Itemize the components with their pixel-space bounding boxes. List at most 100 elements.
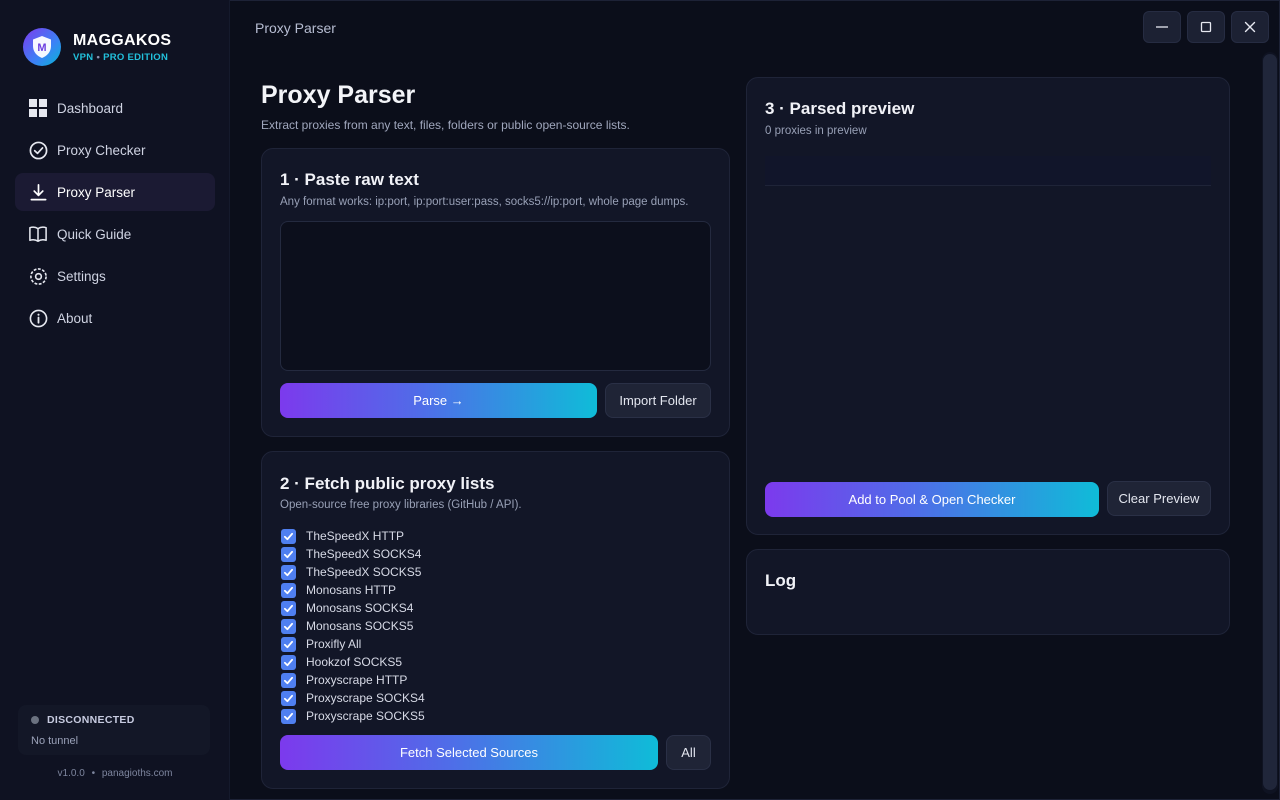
maximize-button[interactable] — [1187, 11, 1225, 43]
source-label: TheSpeedX SOCKS4 — [306, 547, 422, 561]
checkmark-icon — [283, 658, 294, 666]
source-label: Monosans HTTP — [306, 583, 397, 597]
preview-card: 3 · Parsed preview 0 proxies in preview … — [746, 77, 1230, 535]
brand-logo-letter: M — [37, 42, 46, 54]
select-all-sources-button[interactable]: All — [666, 735, 711, 770]
brand-sub-edition: PRO EDITION — [103, 51, 169, 63]
brand-logo: M — [23, 28, 61, 66]
source-item[interactable]: Hookzof SOCKS5 — [281, 653, 425, 671]
add-to-pool-button[interactable]: Add to Pool & Open Checker — [765, 482, 1099, 517]
close-button[interactable] — [1231, 11, 1269, 43]
sidebar-item-proxy-checker[interactable]: Proxy Checker — [15, 131, 215, 169]
source-item[interactable]: Proxyscrape HTTP — [281, 671, 425, 689]
shield-logo-icon: M — [33, 36, 51, 58]
raw-text-input[interactable] — [280, 221, 711, 371]
source-item[interactable]: Proxyscrape SOCKS5 — [281, 707, 425, 725]
status-detail: No tunnel — [31, 735, 79, 747]
grid-icon — [28, 98, 48, 118]
brand-sub-sep: • — [96, 51, 101, 63]
minimize-button[interactable] — [1143, 11, 1181, 43]
page-subtitle: Extract proxies from any text, files, fo… — [261, 118, 630, 132]
fetch-card: 2 · Fetch public proxy lists Open-source… — [261, 451, 730, 789]
source-checkbox[interactable] — [281, 654, 296, 670]
source-checkbox[interactable] — [281, 564, 296, 580]
paste-card: 1 · Paste raw text Any format works: ip:… — [261, 148, 730, 437]
brand: M MAGGAKOS VPN • PRO EDITION — [23, 28, 171, 66]
preview-card-title: 3 · Parsed preview — [765, 99, 915, 118]
sidebar-item-dashboard[interactable]: Dashboard — [15, 89, 215, 127]
source-item[interactable]: Monosans SOCKS5 — [281, 617, 425, 635]
page-title: Proxy Parser — [261, 81, 416, 109]
log-card: Log — [746, 549, 1230, 635]
version-number: v1.0.0 — [57, 768, 85, 779]
sidebar-item-about[interactable]: About — [15, 299, 215, 337]
source-checkbox[interactable] — [281, 618, 296, 634]
import-folder-button[interactable]: Import Folder — [605, 383, 711, 418]
paste-card-title: 1 · Paste raw text — [280, 170, 419, 189]
minimize-icon — [1156, 26, 1168, 28]
checkmark-icon — [283, 622, 294, 630]
gear-icon — [28, 266, 48, 286]
check-circle-icon — [28, 140, 48, 160]
source-item[interactable]: TheSpeedX HTTP — [281, 527, 425, 545]
source-item[interactable]: TheSpeedX SOCKS5 — [281, 563, 425, 581]
sidebar-item-quick-guide[interactable]: Quick Guide — [15, 215, 215, 253]
checkmark-icon — [283, 604, 294, 612]
source-checkbox[interactable] — [281, 528, 296, 544]
status-state: DISCONNECTED — [47, 714, 135, 726]
source-label: TheSpeedX SOCKS5 — [306, 565, 422, 579]
source-label: TheSpeedX HTTP — [306, 529, 405, 543]
preview-count: 0 proxies in preview — [765, 125, 867, 137]
connection-status: DISCONNECTED No tunnel — [18, 705, 210, 755]
source-label: Proxyscrape SOCKS4 — [306, 691, 425, 705]
source-checkbox[interactable] — [281, 582, 296, 598]
status-dot — [31, 716, 39, 724]
source-checkbox[interactable] — [281, 546, 296, 562]
source-label: Monosans SOCKS4 — [306, 601, 414, 615]
sidebar-item-label: Proxy Parser — [57, 184, 136, 200]
source-label: Hookzof SOCKS5 — [306, 655, 403, 669]
source-checkbox[interactable] — [281, 708, 296, 724]
close-icon — [1244, 21, 1256, 33]
download-icon — [28, 182, 48, 202]
paste-card-subtitle: Any format works: ip:port, ip:port:user:… — [280, 196, 689, 208]
fetch-card-title: 2 · Fetch public proxy lists — [280, 474, 495, 493]
source-checkbox[interactable] — [281, 690, 296, 706]
checkmark-icon — [283, 694, 294, 702]
source-checkbox[interactable] — [281, 672, 296, 688]
sidebar-item-proxy-parser[interactable]: Proxy Parser — [15, 173, 215, 211]
fetch-selected-sources-button[interactable]: Fetch Selected Sources — [280, 735, 658, 770]
brand-name: MAGGAKOS — [73, 31, 172, 49]
source-item[interactable]: Proxyscrape SOCKS4 — [281, 689, 425, 707]
source-label: Proxyscrape HTTP — [306, 673, 408, 687]
source-item[interactable]: Proxifly All — [281, 635, 425, 653]
checkmark-icon — [283, 712, 294, 720]
log-card-title: Log — [765, 571, 797, 590]
sidebar-item-label: Dashboard — [57, 100, 124, 116]
sidebar-item-label: Proxy Checker — [57, 142, 146, 158]
source-item[interactable]: Monosans HTTP — [281, 581, 425, 599]
version-footer: v1.0.0 • panagioths.com — [0, 768, 230, 779]
source-label: Proxyscrape SOCKS5 — [306, 709, 425, 723]
clear-preview-button[interactable]: Clear Preview — [1107, 481, 1211, 516]
checkmark-icon — [283, 640, 294, 648]
source-label: Monosans SOCKS5 — [306, 619, 414, 633]
preview-list[interactable] — [765, 156, 1211, 186]
parse-button[interactable]: Parse → — [280, 383, 597, 418]
window-title: Proxy Parser — [255, 20, 336, 36]
source-list: TheSpeedX HTTP TheSpeedX SOCKS4 TheSpeedX … — [281, 527, 425, 725]
scrollbar-thumb[interactable] — [1263, 54, 1277, 790]
sidebar-nav: Dashboard Proxy Checker Proxy Parser Qui… — [15, 89, 215, 341]
checkmark-icon — [283, 568, 294, 576]
source-item[interactable]: TheSpeedX SOCKS4 — [281, 545, 425, 563]
source-item[interactable]: Monosans SOCKS4 — [281, 599, 425, 617]
source-checkbox[interactable] — [281, 636, 296, 652]
website-link[interactable]: panagioths.com — [102, 768, 173, 779]
fetch-card-subtitle: Open-source free proxy libraries (GitHub… — [280, 499, 522, 511]
sidebar-item-settings[interactable]: Settings — [15, 257, 215, 295]
sidebar: M MAGGAKOS VPN • PRO EDITION Dashboard Pro… — [0, 0, 230, 800]
sidebar-item-label: Quick Guide — [57, 226, 132, 242]
checkmark-icon — [283, 532, 294, 540]
source-checkbox[interactable] — [281, 600, 296, 616]
info-icon — [28, 308, 48, 328]
